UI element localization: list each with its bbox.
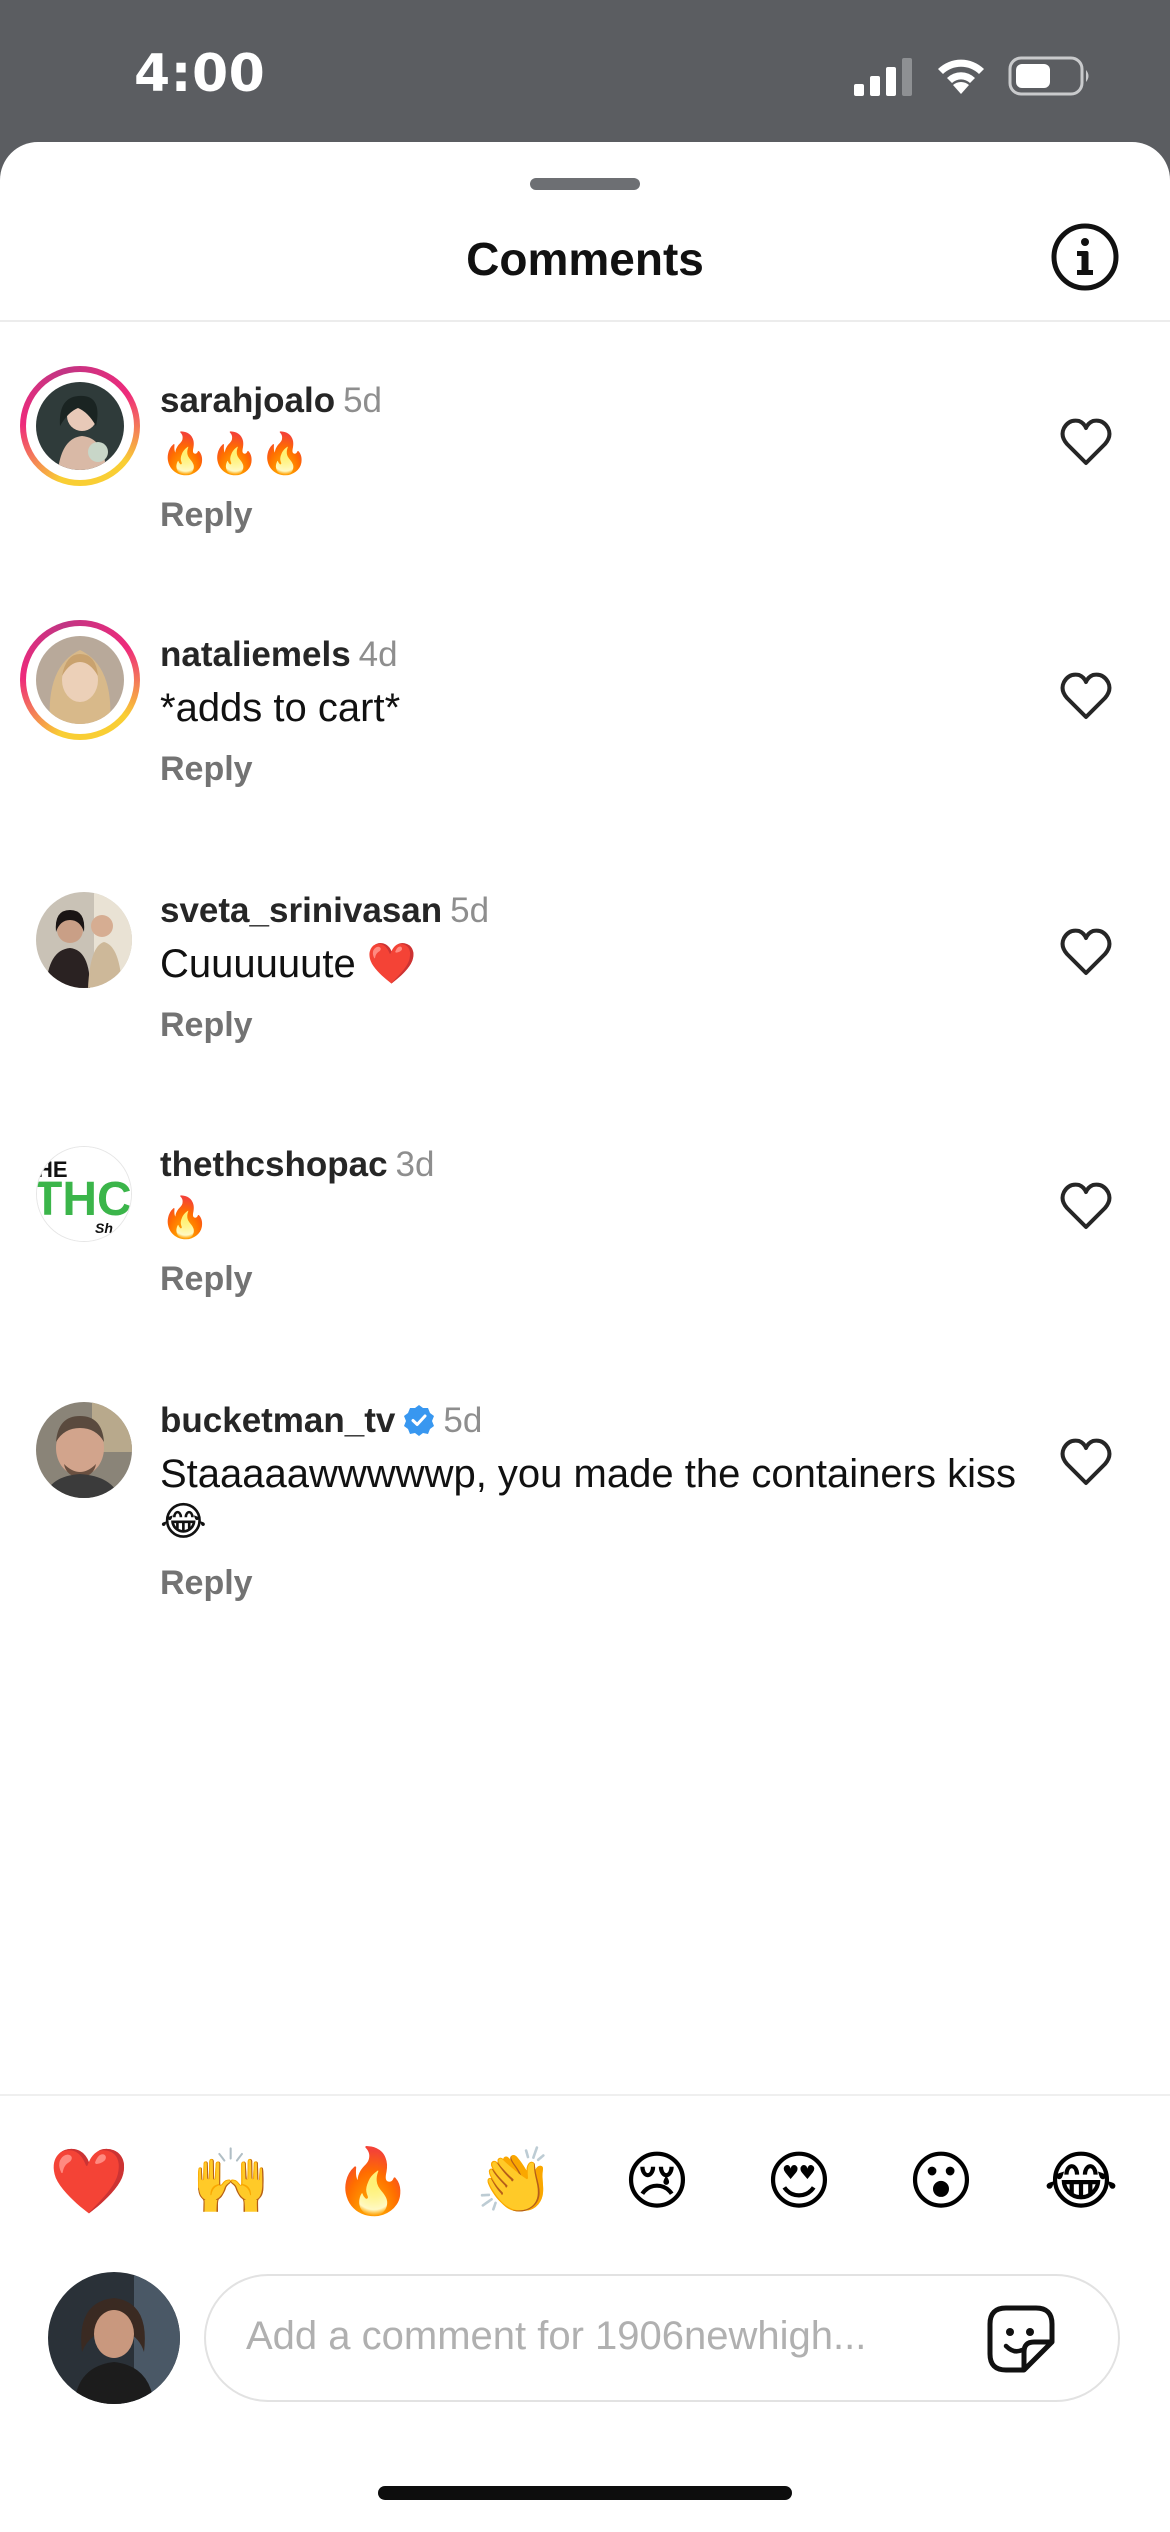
comment-timestamp: 5d [450,891,490,930]
avatar-image [36,382,124,470]
comment-item: bucketman_tv 5d Staaaaawwwwwp, you made … [0,1366,1170,1656]
avatar-image [36,1402,132,1498]
sticker-icon[interactable] [984,2302,1058,2376]
comment-username[interactable]: sarahjoalo [160,381,335,420]
comment-timestamp: 3d [395,1145,435,1184]
avatar[interactable] [20,366,140,486]
like-heart-icon[interactable] [1058,1180,1114,1232]
reaction-raised-hands-emoji[interactable]: 🙌 [186,2142,276,2222]
quick-reaction-bar: ❤️ 🙌 🔥 👏 😢 😍 😮 😂 [0,2094,1170,2236]
reaction-heart-emoji[interactable]: ❤️ [44,2142,134,2222]
like-heart-icon[interactable] [1058,1436,1114,1488]
avatar-image: HE THC Sh [36,1146,132,1242]
verified-badge-icon [404,1405,435,1436]
comment-item: HE THC Sh thethcshopac 3d 🔥 Reply [0,1110,1170,1340]
avatar[interactable]: HE THC Sh [20,1130,140,1250]
reaction-laughing-emoji[interactable]: 😂 [1036,2142,1126,2222]
comment-body: nataliemels 4d *adds to cart* Reply [160,634,1020,789]
reply-button[interactable]: Reply [160,1260,1020,1299]
reply-button[interactable]: Reply [160,750,1020,789]
like-heart-icon[interactable] [1058,416,1114,468]
comment-item: sveta_srinivasan 5d Cuuuuuute ❤️ Reply [0,856,1170,1086]
comment-item: sarahjoalo 5d 🔥🔥🔥 Reply [0,346,1170,576]
comment-input-placeholder: Add a comment for 1906newhigh... [246,2314,867,2358]
comment-username[interactable]: nataliemels [160,635,351,674]
comment-body: thethcshopac 3d 🔥 Reply [160,1144,1020,1299]
comment-body: bucketman_tv 5d Staaaaawwwwwp, you made … [160,1400,1020,1603]
reply-button[interactable]: Reply [160,496,1020,535]
reaction-clap-emoji[interactable]: 👏 [470,2142,560,2222]
like-heart-icon[interactable] [1058,926,1114,978]
comment-item: nataliemels 4d *adds to cart* Reply [0,600,1170,830]
reply-button[interactable]: Reply [160,1006,1020,1045]
comment-timestamp: 5d [443,1401,483,1440]
home-indicator[interactable] [378,2486,792,2500]
info-icon[interactable] [1050,222,1120,292]
status-bar: 4:00 [0,0,1170,150]
reaction-heart-eyes-emoji[interactable]: 😍 [754,2142,844,2222]
avatar[interactable] [20,876,140,996]
wifi-icon [938,59,984,94]
current-user-avatar [48,2272,180,2404]
comment-body: sarahjoalo 5d 🔥🔥🔥 Reply [160,380,1020,535]
page-title: Comments [466,233,704,285]
like-heart-icon[interactable] [1058,670,1114,722]
comment-username[interactable]: sveta_srinivasan [160,891,442,930]
reaction-surprised-emoji[interactable]: 😮 [896,2142,986,2222]
avatar-image [36,892,132,988]
screen: 4:00 Comments sarahjoalo 5d 🔥🔥🔥 Reply na… [0,0,1170,2532]
status-time: 4:00 [134,44,266,104]
comment-username[interactable]: thethcshopac [160,1145,388,1184]
comment-text: 🔥🔥🔥 [160,432,310,476]
reaction-fire-emoji[interactable]: 🔥 [328,2142,418,2222]
sheet-header: Comments [0,222,1170,322]
avatar-image [36,636,124,724]
comment-username[interactable]: bucketman_tv [160,1401,395,1440]
avatar[interactable] [20,1386,140,1506]
avatar[interactable] [20,620,140,740]
reaction-crying-emoji[interactable]: 😢 [612,2142,702,2222]
battery-icon [1008,56,1089,96]
comment-timestamp: 5d [343,381,383,420]
sheet-grabber[interactable] [530,178,640,190]
svg-text:Sh: Sh [95,1220,113,1236]
reply-button[interactable]: Reply [160,1564,1020,1603]
comment-text: 🔥 [160,1196,210,1240]
comment-body: sveta_srinivasan 5d Cuuuuuute ❤️ Reply [160,890,1020,1045]
comment-timestamp: 4d [358,635,398,674]
comment-text: Staaaaawwwwwp, you made the containers k… [160,1452,1016,1544]
comment-input[interactable]: Add a comment for 1906newhigh... [204,2274,1120,2402]
comment-text: *adds to cart* [160,686,401,730]
svg-text:THC: THC [37,1173,132,1226]
cellular-signal-icon [854,58,912,96]
comment-text: Cuuuuuute ❤️ [160,942,417,986]
